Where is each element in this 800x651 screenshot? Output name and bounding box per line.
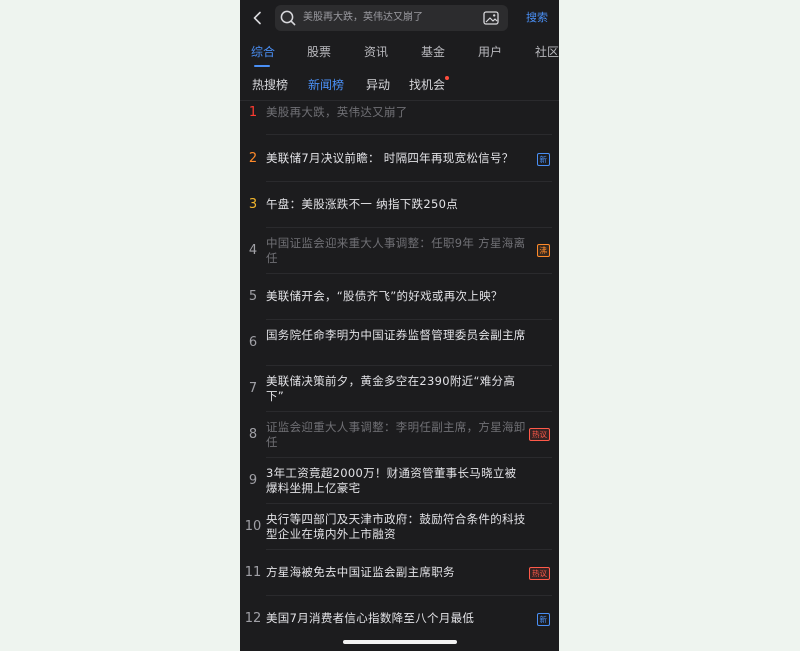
rank-number: 4 (248, 243, 258, 258)
rank-number: 6 (248, 335, 258, 350)
news-item-11[interactable]: 11 方星海被免去中国证监会副主席职务 热议 (240, 550, 559, 596)
image-search-icon[interactable] (482, 9, 500, 27)
news-title: 美联储决策前夕，黄金多空在2390附近“难分高下” (266, 374, 516, 403)
boiling-badge: 沸 (536, 244, 550, 257)
news-title: 美联储开会，“股债齐飞”的好戏或再次上映？ (266, 289, 503, 303)
news-title: 中国证监会迎来重大人事调整：任职9年 方星海离任 (266, 236, 526, 265)
ranking-tabs: 热搜榜 新闻榜 异动 找机会 (240, 72, 559, 98)
search-button[interactable]: 搜索 (526, 9, 548, 27)
subtab-news-ranking[interactable]: 新闻榜 (308, 72, 344, 98)
tab-comprehensive[interactable]: 综合 (251, 40, 275, 66)
rank-number: 2 (248, 151, 258, 166)
subtab-hot-search[interactable]: 热搜榜 (252, 72, 288, 98)
news-item-8[interactable]: 8 证监会迎重大人事调整：李明任副主席，方星海卸任 热议 (240, 412, 559, 458)
new-badge: 新 (536, 613, 550, 626)
home-indicator[interactable] (343, 640, 457, 644)
news-item-12[interactable]: 12 美国7月消费者信心指数降至八个月最低 新 (240, 596, 559, 642)
news-item-6[interactable]: 6 国务院任命李明为中国证券监督管理委员会副主席 (240, 320, 559, 366)
news-title: 方星海被免去中国证监会副主席职务 (266, 565, 455, 579)
news-item-5[interactable]: 5 美联储开会，“股债齐飞”的好戏或再次上映？ (240, 274, 559, 320)
hot-discussion-badge: 热议 (529, 428, 550, 441)
notification-dot (445, 76, 449, 80)
category-tabs: 综合 股票 资讯 基金 用户 社区 (240, 40, 559, 70)
search-header: 美股再大跌，英伟达又崩了 搜索 (240, 0, 559, 36)
news-title: 美联储7月决议前瞻： 时隔四年再现宽松信号？ (266, 151, 514, 165)
rank-number: 7 (248, 381, 258, 396)
tab-community[interactable]: 社区 (535, 40, 559, 66)
news-title: 央行等四部门及天津市政府：鼓励符合条件的科技型企业在境内外上市融资 (266, 512, 526, 541)
news-item-4[interactable]: 4 中国证监会迎来重大人事调整：任职9年 方星海离任 沸 (240, 228, 559, 274)
tab-users[interactable]: 用户 (478, 40, 502, 66)
divider (266, 134, 552, 135)
rank-number: 11 (244, 565, 262, 580)
chevron-left-icon (253, 11, 261, 25)
app-screen: 美股再大跌，英伟达又崩了 搜索 综合 股票 资讯 基金 用户 社区 热搜榜 新闻… (240, 0, 559, 651)
search-icon (279, 9, 297, 27)
news-title: 美股再大跌，英伟达又崩了 (266, 105, 408, 119)
rank-number: 12 (244, 611, 262, 626)
new-badge: 新 (536, 153, 550, 166)
active-tab-indicator (254, 65, 270, 67)
tab-stocks[interactable]: 股票 (307, 40, 331, 66)
hot-discussion-badge: 热议 (529, 567, 550, 580)
rank-number: 5 (248, 289, 258, 304)
news-title: 美国7月消费者信心指数降至八个月最低 (266, 611, 475, 625)
news-item-9[interactable]: 9 3年工资竟超2000万！财通资管董事长马晓立被爆料坐拥上亿豪宅 (240, 458, 559, 504)
news-title: 3年工资竟超2000万！财通资管董事长马晓立被爆料坐拥上亿豪宅 (266, 466, 517, 495)
subtab-opportunity[interactable]: 找机会 (409, 72, 445, 98)
news-item-10[interactable]: 10 央行等四部门及天津市政府：鼓励符合条件的科技型企业在境内外上市融资 (240, 504, 559, 550)
rank-number: 1 (248, 105, 258, 120)
news-title: 证监会迎重大人事调整：李明任副主席，方星海卸任 (266, 420, 526, 449)
subtab-movement[interactable]: 异动 (366, 72, 390, 98)
news-title: 午盘：美股涨跌不一 纳指下跌250点 (266, 197, 459, 211)
back-button[interactable] (248, 8, 268, 28)
rank-number: 3 (248, 197, 258, 212)
news-title: 国务院任命李明为中国证券监督管理委员会副主席 (266, 328, 526, 342)
rank-number: 9 (248, 473, 258, 488)
search-query-text: 美股再大跌，英伟达又崩了 (303, 12, 423, 23)
news-item-2[interactable]: 2 美联储7月决议前瞻： 时隔四年再现宽松信号？ 新 (240, 136, 559, 182)
rank-number: 8 (248, 427, 258, 442)
search-input[interactable]: 美股再大跌，英伟达又崩了 (275, 5, 508, 31)
news-item-7[interactable]: 7 美联储决策前夕，黄金多空在2390附近“难分高下” (240, 366, 559, 412)
tab-news[interactable]: 资讯 (364, 40, 388, 66)
rank-number: 10 (244, 519, 262, 534)
news-item-3[interactable]: 3 午盘：美股涨跌不一 纳指下跌250点 (240, 182, 559, 228)
tab-funds[interactable]: 基金 (421, 40, 445, 66)
